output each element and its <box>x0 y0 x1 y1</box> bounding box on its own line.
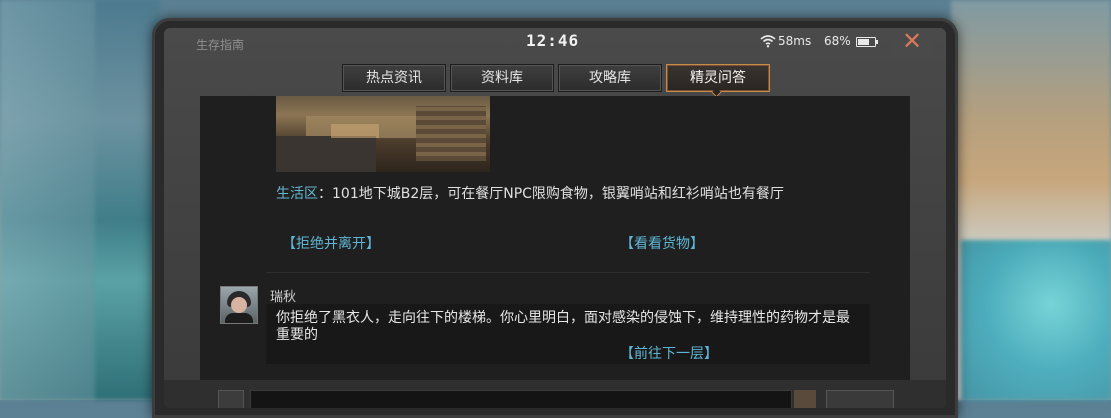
battery-fill <box>858 39 869 45</box>
tab-qa[interactable]: 精灵问答 <box>666 64 770 92</box>
tab-strategy[interactable]: 攻略库 <box>558 64 662 92</box>
battery-icon <box>856 37 878 47</box>
close-button[interactable]: ✕ <box>892 28 932 56</box>
speaker-name: 瑞秋 <box>270 290 297 305</box>
guide-screen: 生存指南 12:46 58ms 68% ✕ 热点资讯 资料库 攻略库 精灵问答 <box>164 28 946 408</box>
dialog-box: 你拒绝了黑衣人，走向往下的楼梯。你心里明白，面对感染的侵蚀下，维持理性的药物才是… <box>266 304 870 364</box>
tab-hot-news[interactable]: 热点资讯 <box>342 64 446 92</box>
ping-value: 58ms <box>778 34 812 48</box>
answer-text: 生活区：101地下城B2层，可在餐厅NPC限购食物，银翼哨站和红衫哨站也有餐厅 <box>276 184 836 205</box>
background-right <box>951 0 1111 400</box>
avatar <box>220 286 258 324</box>
clock: 12:46 <box>526 31 580 50</box>
option-next-floor[interactable]: 【前往下一层】 <box>620 343 718 363</box>
background-left <box>0 0 160 400</box>
divider <box>266 272 870 273</box>
tab-bar: 热点资讯 资料库 攻略库 精灵问答 <box>342 64 770 92</box>
location-screenshot <box>276 96 490 172</box>
app-title: 生存指南 <box>196 38 245 52</box>
close-icon: ✕ <box>901 28 923 55</box>
dialog-text: 你拒绝了黑衣人，走向往下的楼梯。你心里明白，面对感染的侵蚀下，维持理性的药物才是… <box>276 310 850 343</box>
input-bar <box>164 380 946 408</box>
option-view-goods[interactable]: 【看看货物】 <box>620 233 704 253</box>
question-input[interactable] <box>250 390 792 408</box>
content-panel: 生活区：101地下城B2层，可在餐厅NPC限购食物，银翼哨站和红衫哨站也有餐厅 … <box>200 96 910 408</box>
status-bar: 生存指南 12:46 58ms 68% ✕ <box>164 28 946 58</box>
battery-percent: 68% <box>824 34 851 48</box>
emoji-button[interactable] <box>218 390 244 408</box>
device-frame: 生存指南 12:46 58ms 68% ✕ 热点资讯 资料库 攻略库 精灵问答 <box>152 18 958 418</box>
option-refuse-leave[interactable]: 【拒绝并离开】 <box>282 233 380 253</box>
wifi-icon <box>760 35 776 48</box>
tab-database[interactable]: 资料库 <box>450 64 554 92</box>
submit-button[interactable] <box>826 390 894 408</box>
answer-body: ：101地下城B2层，可在餐厅NPC限购食物，银翼哨站和红衫哨站也有餐厅 <box>318 186 784 202</box>
send-icon[interactable] <box>794 390 816 408</box>
answer-tag: 生活区 <box>276 186 318 202</box>
